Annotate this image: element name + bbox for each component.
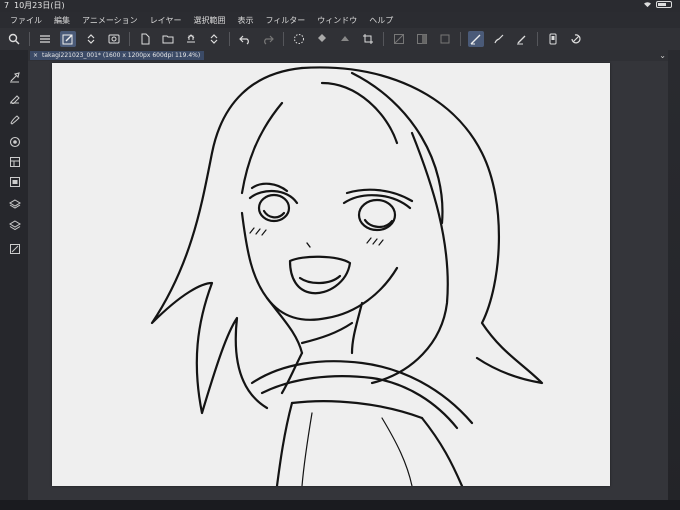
chevron-down-icon[interactable]: ⌄ [659, 51, 666, 60]
tablet-screen: 7 10月23日(日) ファイル 編集 アニメーション レイヤー 選択範囲 表示… [0, 0, 680, 510]
settings-icon[interactable] [568, 31, 584, 47]
toolbar-divider [460, 32, 461, 46]
toolbar-divider [383, 32, 384, 46]
menu-file[interactable]: ファイル [0, 15, 48, 26]
brush-icon[interactable] [491, 31, 507, 47]
status-bar: 7 10月23日(日) [0, 0, 680, 11]
tool-property-icon[interactable] [8, 242, 21, 255]
tool-navigator-icon[interactable] [8, 175, 21, 188]
selection-icon[interactable] [291, 31, 307, 47]
transform-icon[interactable] [391, 31, 407, 47]
layer-mask-icon[interactable] [414, 31, 430, 47]
left-tool-palette [0, 50, 28, 510]
undo-icon[interactable] [237, 31, 253, 47]
menu-selection[interactable]: 選択範囲 [187, 15, 231, 26]
battery-icon [656, 1, 672, 8]
document-title: takagi221023_001* (1600 x 1200px 600dpi … [42, 52, 201, 59]
toolbar-divider [129, 32, 130, 46]
menu-filter[interactable]: フィルター [259, 15, 311, 26]
updown-stepper-icon[interactable] [83, 31, 99, 47]
line-art-illustration [150, 66, 544, 486]
toolbar-divider [283, 32, 284, 46]
crop-icon[interactable] [360, 31, 376, 47]
toolbar-divider [537, 32, 538, 46]
tool-layer-panel-icon[interactable] [8, 155, 21, 168]
tool-pen-icon[interactable] [8, 91, 21, 104]
status-time: 7 [4, 1, 10, 10]
document-tab[interactable]: × takagi221023_001* (1600 x 1200px 600dp… [30, 51, 205, 60]
pencil-icon[interactable] [514, 31, 530, 47]
menu-animation[interactable]: アニメーション [76, 15, 144, 26]
search-icon[interactable] [6, 31, 22, 47]
drawing-canvas[interactable] [52, 63, 610, 486]
hamburger-menu-icon[interactable] [37, 31, 53, 47]
status-indicators [643, 1, 672, 8]
new-file-icon[interactable] [137, 31, 153, 47]
tool-color-icon[interactable] [8, 135, 21, 148]
toolbar-divider [29, 32, 30, 46]
canvas-view-icon[interactable] [106, 31, 122, 47]
document-tab-bar: × takagi221023_001* (1600 x 1200px 600dp… [28, 50, 668, 61]
updown-stepper-icon[interactable] [206, 31, 222, 47]
close-icon[interactable]: × [33, 51, 38, 60]
tool-brush-icon[interactable] [8, 112, 21, 125]
open-folder-icon[interactable] [160, 31, 176, 47]
menu-edit[interactable]: 編集 [48, 15, 76, 26]
screen-bezel [0, 500, 680, 510]
line-correction-icon[interactable] [468, 31, 484, 47]
redo-icon[interactable] [260, 31, 276, 47]
status-date: 10月23日(日) [14, 1, 65, 10]
menu-bar: ファイル 編集 アニメーション レイヤー 選択範囲 表示 フィルター ウィンドウ… [0, 12, 680, 28]
clear-icon[interactable] [337, 31, 353, 47]
menu-window[interactable]: ウィンドウ [311, 15, 363, 26]
tool-material-icon[interactable] [8, 198, 21, 211]
command-bar [0, 28, 680, 50]
pen-edit-icon[interactable] [60, 31, 76, 47]
tool-layers-icon[interactable] [8, 218, 21, 231]
smart-icon[interactable] [545, 31, 561, 47]
save-icon[interactable] [183, 31, 199, 47]
wifi-icon [644, 2, 651, 8]
fill-icon[interactable] [314, 31, 330, 47]
toolbar-divider [229, 32, 230, 46]
layer-frame-icon[interactable] [437, 31, 453, 47]
menu-layer[interactable]: レイヤー [144, 15, 188, 26]
menu-view[interactable]: 表示 [231, 15, 259, 26]
tool-eyedropper-icon[interactable] [8, 70, 21, 83]
menu-help[interactable]: ヘルプ [363, 15, 399, 26]
